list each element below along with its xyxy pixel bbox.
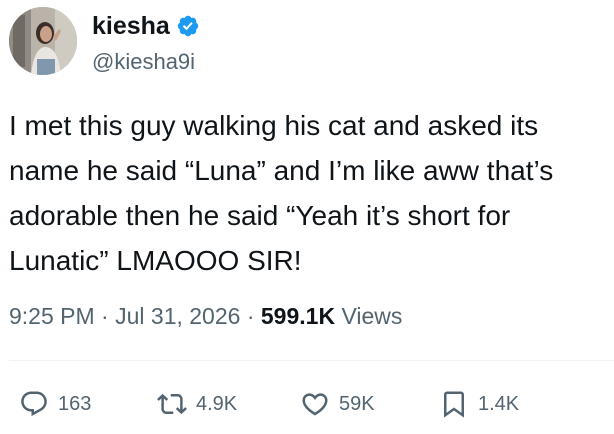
tweet-time[interactable]: 9:25 PM [9, 303, 95, 329]
reply-count: 163 [58, 393, 92, 415]
tweet-card: kiesha @kiesha9i I met this guy walking … [0, 0, 614, 434]
tweet-meta: 9:25 PM · Jul 31, 2026 · 599.1K Views [9, 301, 402, 331]
retweet-button[interactable]: 4.9K [157, 386, 237, 422]
retweet-count: 4.9K [196, 393, 238, 415]
meta-separator: · [246, 303, 255, 329]
bookmark-button[interactable]: 1.4K [439, 386, 519, 422]
author-handle[interactable]: @kiesha9i [92, 49, 195, 75]
author-display-name[interactable]: kiesha [92, 12, 170, 40]
avatar-photo [9, 7, 77, 75]
author-name-row: kiesha [92, 12, 200, 40]
tweet-text: I met this guy walking his cat and asked… [9, 110, 554, 276]
avatar[interactable] [9, 7, 77, 75]
action-bar: 163 4.9K 59K 1.4K [0, 386, 614, 422]
heart-icon [302, 393, 328, 416]
meta-separator: · [101, 303, 109, 329]
tweet-date[interactable]: Jul 31, 2026 [115, 303, 240, 329]
reply-button[interactable]: 163 [19, 386, 91, 422]
like-count: 59K [339, 393, 375, 415]
bookmark-count: 1.4K [478, 393, 520, 415]
divider [9, 360, 614, 361]
reply-icon [21, 391, 47, 417]
bookmark-icon [444, 391, 464, 418]
views-label: Views [341, 303, 403, 329]
retweet-icon [157, 393, 187, 415]
views-count[interactable]: 599.1K [261, 303, 335, 329]
like-button[interactable]: 59K [300, 386, 375, 422]
verified-badge-icon [176, 14, 200, 38]
